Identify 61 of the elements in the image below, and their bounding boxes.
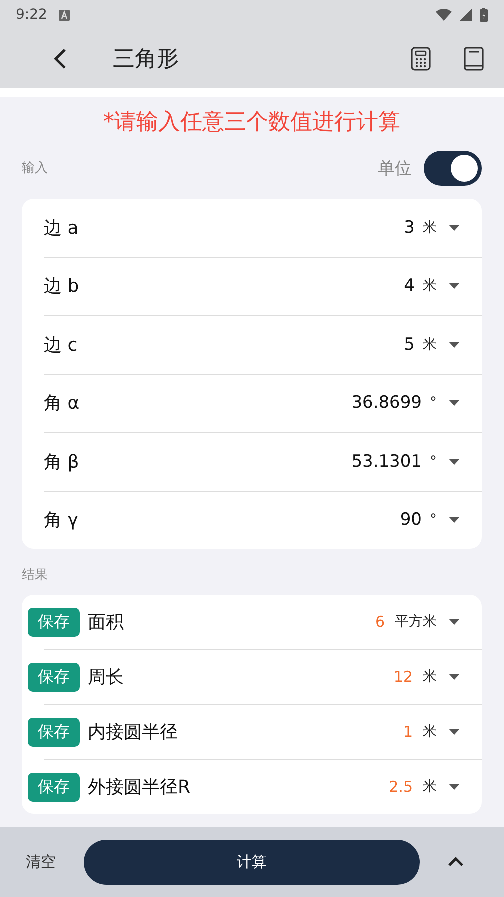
result-label: 面积: [88, 611, 124, 634]
save-button[interactable]: 保存: [28, 718, 80, 746]
unit-dropdown[interactable]: °: [430, 454, 437, 470]
unit-dropdown[interactable]: °: [430, 512, 437, 528]
input-label: 边 c: [44, 334, 78, 357]
dropdown-icon[interactable]: [449, 224, 460, 231]
clear-button[interactable]: 清空: [20, 846, 62, 878]
dropdown-icon[interactable]: [449, 342, 460, 348]
calculator-icon[interactable]: [411, 47, 431, 71]
input-label: 角 α: [44, 392, 80, 416]
input-label: 边 b: [44, 275, 80, 298]
unit-toggle[interactable]: [424, 150, 482, 186]
dropdown-icon[interactable]: [449, 400, 460, 406]
result-label: 外接圆半径R: [88, 776, 191, 799]
dropdown-icon[interactable]: [449, 283, 460, 290]
input-value[interactable]: 3: [404, 218, 415, 238]
status-time: 9:22: [16, 7, 48, 23]
dropdown-icon[interactable]: [449, 729, 460, 735]
result-value: 1: [403, 723, 413, 741]
unit-dropdown[interactable]: 米: [423, 218, 437, 237]
page-title: 三角形: [113, 46, 179, 74]
input-value[interactable]: 5: [404, 334, 415, 355]
wifi-icon: [436, 9, 452, 21]
save-button[interactable]: 保存: [28, 662, 80, 692]
unit-dropdown[interactable]: 米: [423, 336, 437, 354]
unit-label: 单位: [378, 158, 412, 180]
unit-dropdown[interactable]: 米: [423, 277, 437, 296]
dropdown-icon[interactable]: [449, 619, 460, 625]
unit-dropdown[interactable]: 平方米: [395, 613, 437, 631]
section-label: 结果: [22, 567, 48, 584]
chevron-up-icon[interactable]: [448, 857, 464, 867]
dropdown-icon[interactable]: [449, 674, 460, 680]
result-value: 12: [394, 668, 413, 686]
back-icon[interactable]: [53, 48, 67, 70]
save-button[interactable]: 保存: [28, 608, 80, 636]
input-value[interactable]: 53.1301: [352, 452, 422, 472]
result-label: 周长: [88, 666, 124, 689]
dropdown-icon[interactable]: [449, 784, 460, 790]
input-label: 边 a: [44, 216, 79, 240]
save-button[interactable]: 保存: [28, 772, 80, 802]
unit-dropdown[interactable]: 米: [423, 668, 437, 686]
unit-dropdown[interactable]: °: [430, 395, 437, 412]
unit-dropdown[interactable]: 米: [423, 778, 437, 796]
keyboard-icon: [59, 10, 70, 20]
dropdown-icon[interactable]: [449, 517, 460, 524]
signal-icon: [460, 9, 472, 21]
input-label: 角 β: [44, 450, 80, 474]
dropdown-icon[interactable]: [449, 458, 460, 465]
input-value[interactable]: 36.8699: [352, 393, 422, 414]
book-icon[interactable]: [464, 47, 484, 71]
notice-text: *请输入任意三个数值进行计算: [102, 109, 402, 137]
unit-dropdown[interactable]: 米: [423, 723, 437, 741]
input-value[interactable]: 90: [400, 510, 422, 530]
input-label: 角 γ: [44, 509, 78, 532]
battery-icon: [480, 8, 488, 22]
input-value[interactable]: 4: [404, 276, 415, 296]
section-label: 输入: [22, 160, 48, 177]
result-value: 6: [375, 613, 385, 631]
result-label: 内接圆半径: [88, 721, 178, 744]
calculate-button[interactable]: 计算: [84, 840, 420, 884]
result-value: 2.5: [389, 778, 413, 796]
